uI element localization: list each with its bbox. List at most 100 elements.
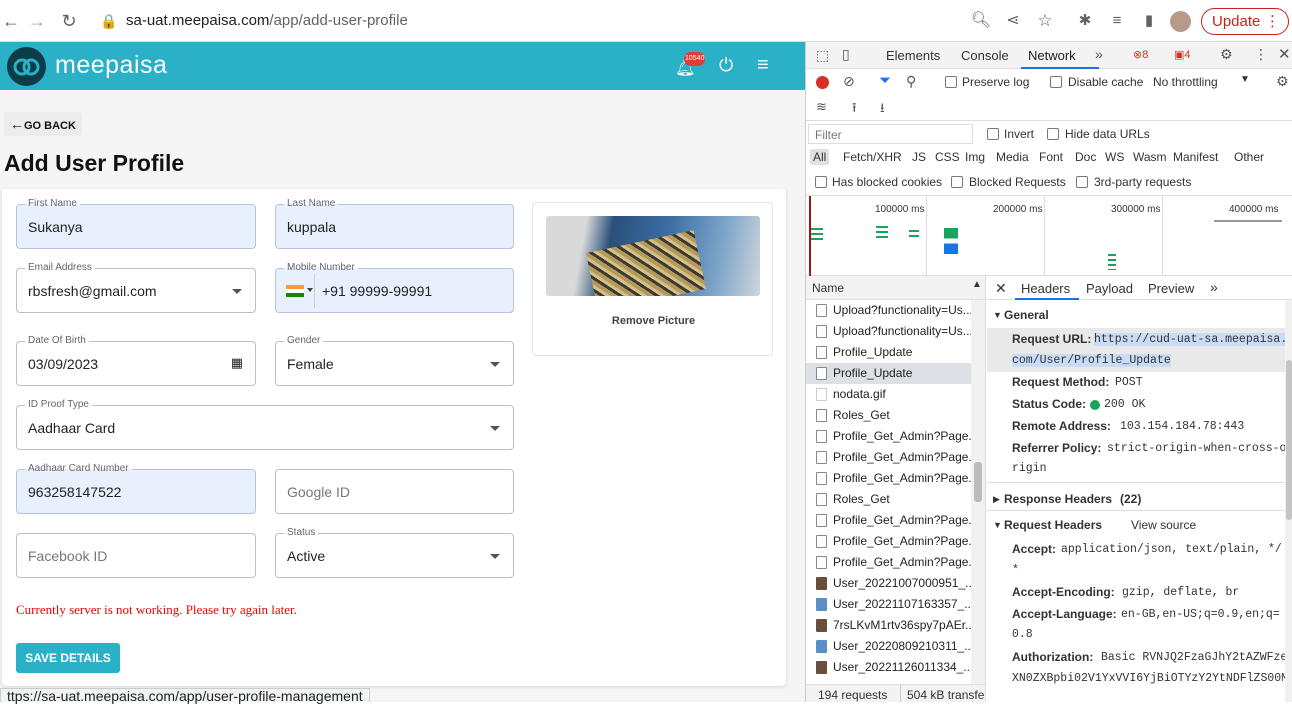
tab-preview[interactable]: Preview: [1148, 281, 1194, 296]
filter-css[interactable]: CSS: [935, 150, 960, 164]
error-counter[interactable]: ⊗8: [1133, 48, 1148, 61]
devtools-menu-icon[interactable]: ⋮: [1254, 46, 1268, 63]
throttling-caret-icon[interactable]: ▼: [1240, 74, 1250, 85]
warning-counter[interactable]: ▣4: [1174, 48, 1191, 61]
expand-triangle-icon[interactable]: ▼: [993, 310, 1002, 320]
first-name-field[interactable]: First Name Sukanya: [16, 198, 256, 249]
expand-triangle-icon[interactable]: ▼: [993, 520, 1002, 530]
filter-all[interactable]: All: [810, 149, 830, 165]
request-row[interactable]: Roles_Get: [806, 489, 971, 510]
request-row[interactable]: Roles_Get: [806, 405, 971, 426]
profile-avatar[interactable]: [1170, 11, 1191, 32]
request-list-scrollbar[interactable]: [971, 300, 985, 686]
response-headers-section[interactable]: Response Headers: [1004, 492, 1112, 506]
tab-headers[interactable]: Headers: [1021, 281, 1070, 296]
mobile-number-field[interactable]: Mobile Number +91 99999-99991: [275, 262, 514, 313]
network-settings-icon[interactable]: ⚙: [1276, 73, 1289, 90]
search-icon[interactable]: ⚲: [906, 73, 916, 90]
filter-manifest[interactable]: Manifest: [1173, 150, 1218, 164]
email-field[interactable]: Email Address rbsfresh@gmail.com: [16, 262, 256, 313]
disable-cache-checkbox[interactable]: [1050, 76, 1062, 88]
facebook-id-field[interactable]: Facebook ID: [16, 533, 256, 578]
status-select[interactable]: Status Active: [275, 527, 514, 578]
request-row[interactable]: Upload?functionality=Us...: [806, 300, 971, 321]
tab-payload[interactable]: Payload: [1086, 281, 1133, 296]
blocked-cookies-checkbox[interactable]: [815, 176, 827, 188]
extensions-icon[interactable]: ✱: [1074, 10, 1096, 32]
share-icon[interactable]: ⋖: [1002, 10, 1024, 32]
update-button[interactable]: Update ⋮: [1201, 8, 1289, 35]
filter-fetch-xhr[interactable]: Fetch/XHR: [843, 150, 902, 164]
request-row[interactable]: 7rsLKvM1rtv36spy7pAEr...: [806, 615, 971, 636]
filter-icon[interactable]: ⏷: [879, 72, 891, 89]
remove-picture-button[interactable]: Remove Picture: [533, 315, 774, 327]
details-scrollbar[interactable]: [1285, 300, 1292, 702]
scrollbar-thumb[interactable]: [974, 462, 982, 502]
lock-icon[interactable]: 🔒: [98, 10, 120, 32]
collapse-triangle-icon[interactable]: ▶: [993, 494, 1000, 505]
id-proof-type-select[interactable]: ID Proof Type Aadhaar Card: [16, 399, 514, 450]
filter-other[interactable]: Other: [1234, 150, 1264, 164]
request-row[interactable]: nodata.gif: [806, 384, 971, 405]
export-har-icon[interactable]: ⭳: [880, 99, 885, 121]
filter-wasm[interactable]: Wasm: [1133, 150, 1167, 164]
view-source-link[interactable]: View source: [1131, 518, 1196, 532]
bookmark-star-icon[interactable]: ☆: [1034, 10, 1056, 32]
go-back-button[interactable]: ←GO BACK: [4, 112, 82, 136]
request-row[interactable]: User_20221107163357_...: [806, 594, 971, 615]
reload-icon[interactable]: ↻: [58, 10, 80, 32]
import-har-icon[interactable]: ⭱: [852, 99, 857, 121]
filter-media[interactable]: Media: [996, 150, 1029, 164]
tab-console[interactable]: Console: [961, 48, 1009, 63]
request-row[interactable]: Profile_Get_Admin?Page...: [806, 447, 971, 468]
preserve-log-checkbox[interactable]: [945, 76, 957, 88]
country-caret-icon[interactable]: [307, 288, 313, 292]
request-row[interactable]: Profile_Get_Admin?Page...: [806, 531, 971, 552]
more-tabs-icon[interactable]: »: [1095, 46, 1103, 62]
request-row[interactable]: Profile_Get_Admin?Page...: [806, 426, 971, 447]
request-row[interactable]: User_20221126011334_...: [806, 657, 971, 678]
general-section[interactable]: General: [1004, 308, 1049, 322]
request-row[interactable]: Profile_Get_Admin?Page...: [806, 468, 971, 489]
request-row[interactable]: Profile_Get_Admin?Page...: [806, 510, 971, 531]
aadhaar-number-field[interactable]: Aadhaar Card Number 963258147522: [16, 463, 256, 514]
throttling-select[interactable]: No throttling: [1153, 75, 1218, 89]
tab-network[interactable]: Network: [1028, 48, 1076, 63]
record-icon[interactable]: [816, 76, 829, 89]
network-overview-timeline[interactable]: 100000 ms 200000 ms 300000 ms 400000 ms: [806, 196, 1292, 276]
calendar-icon[interactable]: ▦: [231, 355, 243, 371]
close-details-icon[interactable]: ✕: [995, 280, 1007, 297]
request-row[interactable]: User_20221007000951_...: [806, 573, 971, 594]
request-row[interactable]: User_20220809210311_...: [806, 636, 971, 657]
media-queue-icon[interactable]: ≡: [1106, 10, 1128, 32]
invert-checkbox[interactable]: [987, 128, 999, 140]
back-arrow-icon[interactable]: ←: [0, 10, 22, 32]
request-row[interactable]: Profile_Get_Admin?Page...: [806, 552, 971, 573]
third-party-checkbox[interactable]: [1076, 176, 1088, 188]
side-panel-icon[interactable]: ▮: [1138, 10, 1160, 32]
network-conditions-icon[interactable]: ≋: [816, 99, 827, 115]
request-row[interactable]: Profile_Update: [806, 342, 971, 363]
blocked-requests-checkbox[interactable]: [951, 176, 963, 188]
hamburger-menu-icon[interactable]: ≡: [757, 54, 777, 76]
device-toolbar-icon[interactable]: ▯: [842, 46, 850, 63]
india-flag-icon[interactable]: [286, 285, 304, 297]
last-name-field[interactable]: Last Name kuppala: [275, 198, 514, 249]
more-tabs-icon[interactable]: »: [1210, 279, 1218, 295]
tab-elements[interactable]: Elements: [886, 48, 940, 63]
gender-select[interactable]: Gender Female: [275, 335, 514, 386]
save-details-button[interactable]: SAVE DETAILS: [16, 643, 120, 673]
scrollbar-thumb[interactable]: [1286, 360, 1292, 520]
request-row[interactable]: Upload?functionality=Us...: [806, 321, 971, 342]
power-icon[interactable]: ⏻: [719, 55, 739, 75]
clear-icon[interactable]: ⊘: [843, 73, 855, 90]
close-devtools-icon[interactable]: ✕: [1278, 45, 1291, 63]
forward-arrow-icon[interactable]: →: [26, 10, 48, 32]
date-of-birth-field[interactable]: Date Of Birth 03/09/2023 ▦: [16, 335, 256, 386]
settings-gear-icon[interactable]: ⚙: [1220, 46, 1233, 63]
filter-input[interactable]: Filter: [808, 124, 973, 144]
request-headers-section[interactable]: Request Headers: [1004, 518, 1102, 532]
address-bar[interactable]: sa-uat.meepaisa.com/app/add-user-profile: [126, 12, 408, 29]
google-id-field[interactable]: Google ID: [275, 469, 514, 514]
filter-img[interactable]: Img: [965, 150, 985, 164]
